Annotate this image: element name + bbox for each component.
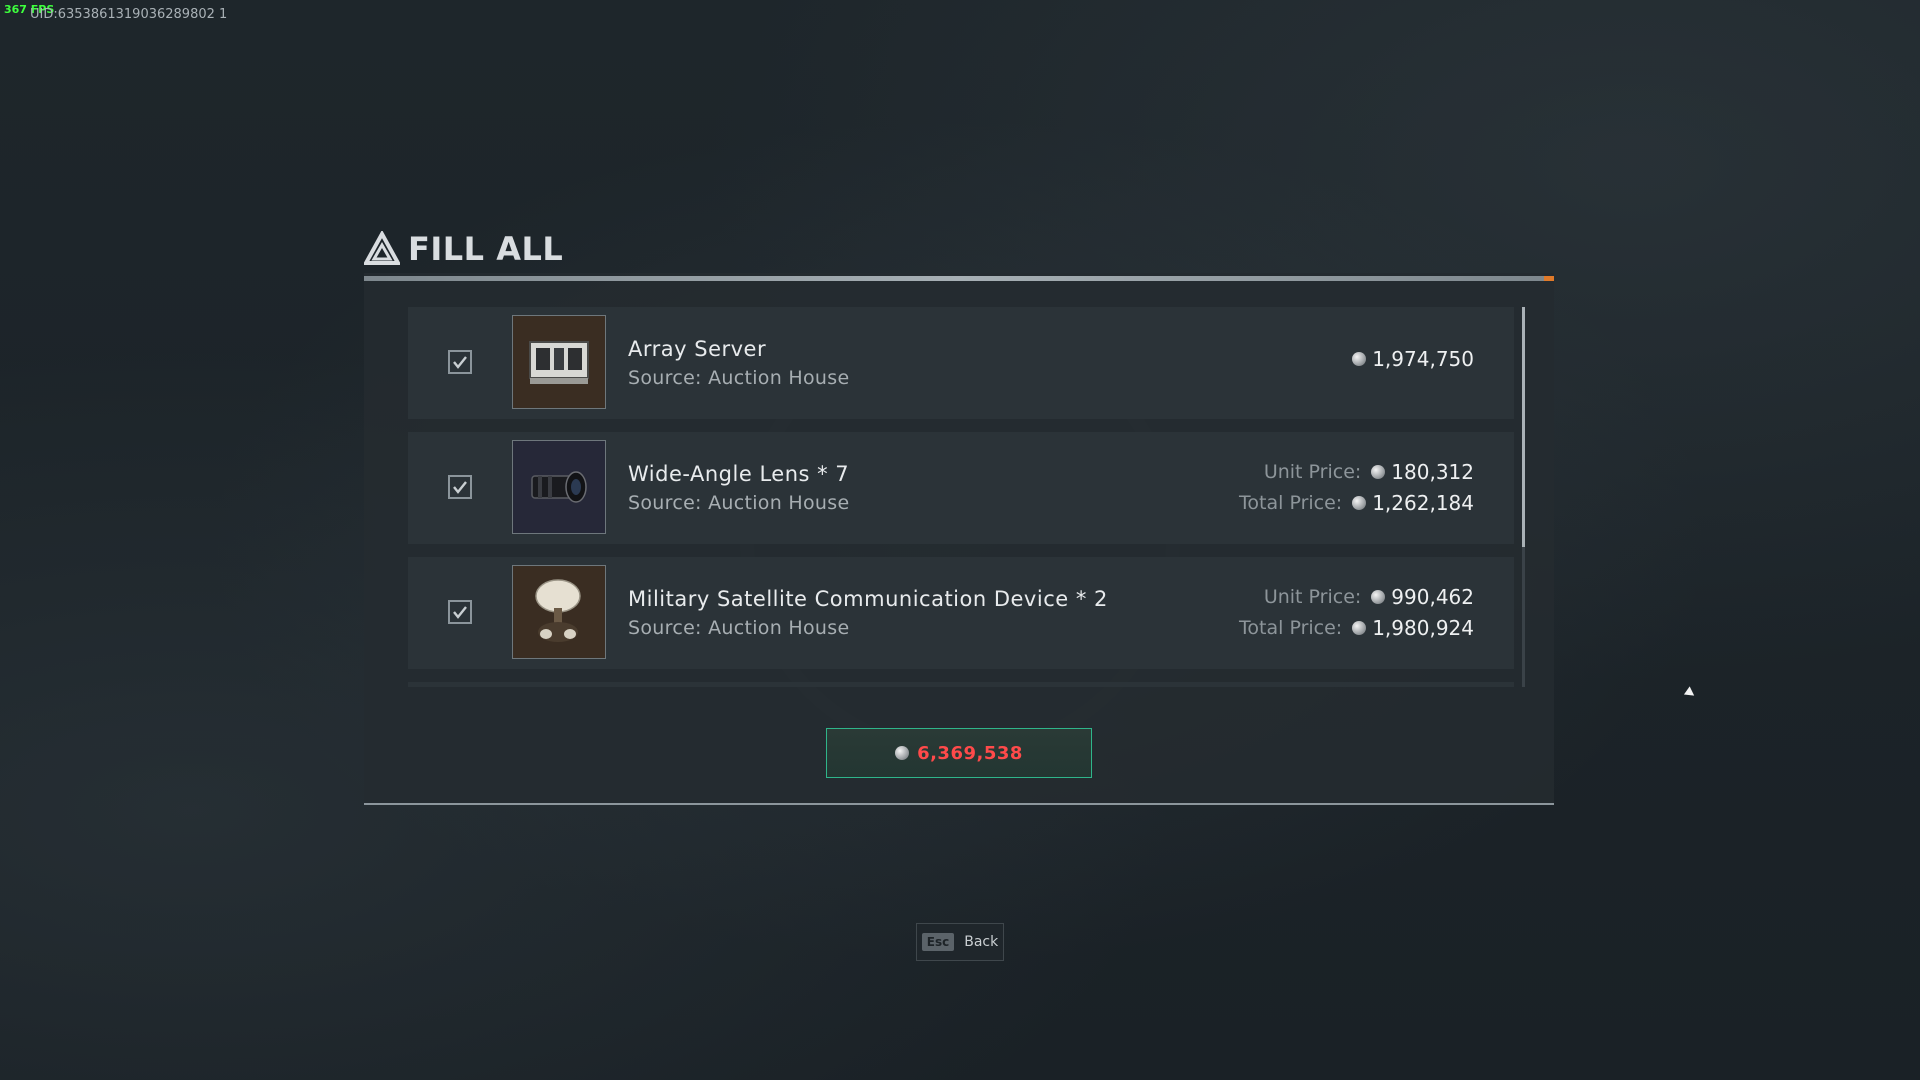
dialog-title-text: FILL ALL	[408, 230, 564, 268]
scrollbar-thumb[interactable]	[1522, 307, 1525, 547]
total-cost: 6,369,538	[917, 742, 1023, 764]
unit-price-label: Unit Price:	[1263, 586, 1362, 608]
checkmark-icon	[453, 356, 467, 369]
item-checkbox[interactable]	[448, 350, 472, 374]
item-source: Source: Auction House	[628, 617, 850, 639]
coin-icon	[1352, 621, 1367, 635]
coin-icon	[895, 746, 910, 760]
coin-icon	[1352, 352, 1367, 366]
coin-icon	[1352, 496, 1367, 510]
item-price-value: 1,974,750	[1372, 347, 1474, 371]
total-price-label: Total Price:	[1239, 492, 1343, 514]
total-price-label: Total Price:	[1239, 617, 1343, 639]
unit-price-label: Unit Price:	[1263, 461, 1362, 483]
back-label: Back	[964, 934, 999, 950]
satellite-dish-icon	[535, 579, 581, 642]
uid-label: UID:6353861319036289802 1	[30, 7, 228, 22]
back-button[interactable]: Esc Back	[916, 923, 1004, 961]
lens-icon	[531, 471, 587, 503]
unit-price: Unit Price: 180,312	[1264, 460, 1474, 484]
item-price: 1,974,750	[1352, 347, 1474, 371]
item-thumbnail	[512, 315, 606, 409]
list-item[interactable]	[408, 682, 1514, 687]
triangle-logo-icon	[364, 231, 400, 265]
list-item[interactable]: Military Satellite Communication Device …	[408, 557, 1514, 669]
total-price: Total Price: 1,980,924	[1239, 616, 1474, 640]
unit-price-value: 990,462	[1391, 585, 1474, 609]
item-thumbnail	[512, 440, 606, 534]
coin-icon	[1371, 590, 1386, 604]
list-item[interactable]: Wide-Angle Lens * 7 Source: Auction Hous…	[408, 432, 1514, 544]
item-name: Wide-Angle Lens * 7	[628, 462, 850, 486]
unit-price-value: 180,312	[1391, 460, 1474, 484]
list-item[interactable]: Array Server Source: Auction House 1,974…	[408, 307, 1514, 419]
checkmark-icon	[453, 481, 467, 494]
server-icon	[529, 341, 589, 384]
dialog-header-divider	[364, 276, 1554, 281]
item-name: Array Server	[628, 337, 767, 361]
purchase-all-button[interactable]: 6,369,538	[826, 728, 1092, 778]
total-price: Total Price: 1,262,184	[1239, 491, 1474, 515]
item-checkbox[interactable]	[448, 600, 472, 624]
checkmark-icon	[453, 606, 467, 619]
item-thumbnail	[512, 565, 606, 659]
coin-icon	[1371, 465, 1386, 479]
item-source: Source: Auction House	[628, 492, 850, 514]
item-source: Source: Auction House	[628, 367, 850, 389]
total-price-value: 1,980,924	[1372, 616, 1474, 640]
item-list[interactable]: Array Server Source: Auction House 1,974…	[408, 307, 1514, 687]
total-price-value: 1,262,184	[1372, 491, 1474, 515]
scrollbar-track[interactable]	[1522, 547, 1525, 687]
item-checkbox[interactable]	[448, 475, 472, 499]
esc-key-hint: Esc	[921, 933, 955, 951]
item-name: Military Satellite Communication Device …	[628, 587, 1108, 611]
unit-price: Unit Price: 990,462	[1264, 585, 1474, 609]
dialog-title: FILL ALL	[364, 230, 563, 268]
